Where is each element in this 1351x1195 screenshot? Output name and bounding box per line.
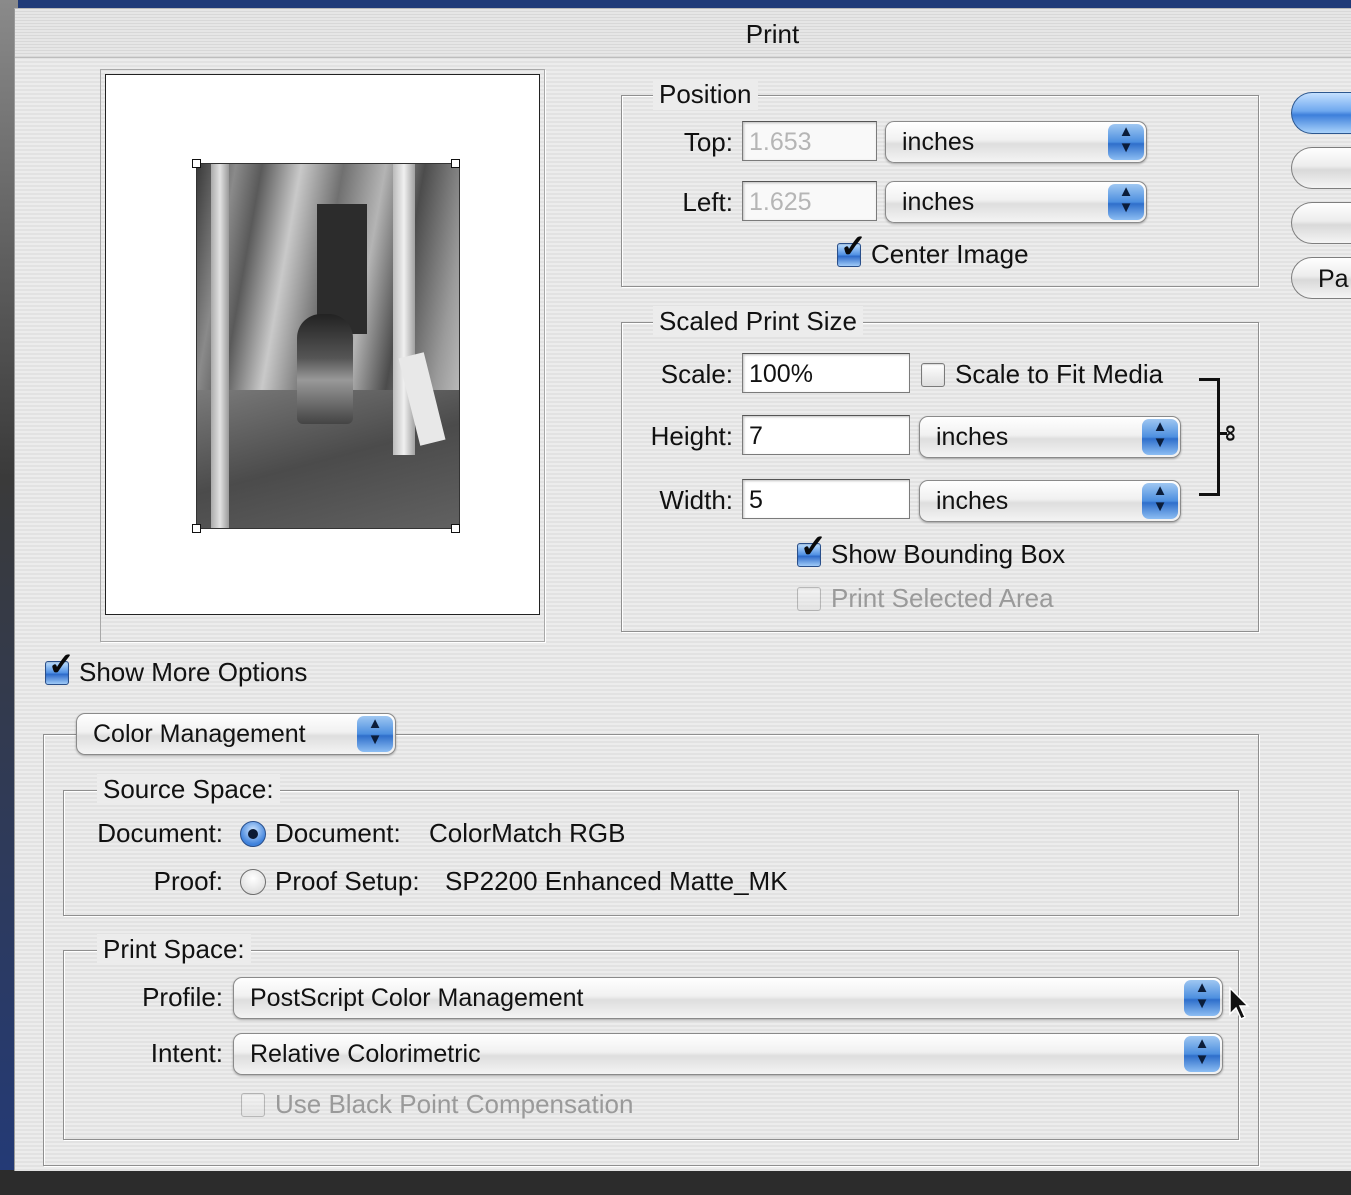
width-label: Width:: [659, 485, 733, 515]
intent-label: Intent:: [150, 1038, 223, 1068]
print-selected-area-label: Print Selected Area: [831, 583, 1054, 613]
window-title: Print: [745, 19, 800, 49]
width-unit-value: inches: [936, 487, 1009, 515]
bounding-box-handle[interactable]: [451, 524, 460, 533]
source-space-group: [63, 790, 1239, 916]
print-selected-area-checkbox[interactable]: [797, 587, 821, 611]
popup-arrows-icon: ▲ ▼: [1108, 124, 1144, 160]
top-unit-popup[interactable]: inches ▲ ▼: [885, 121, 1147, 163]
show-bounding-box-checkbox[interactable]: ✓: [797, 530, 827, 567]
left-unit-popup[interactable]: inches ▲ ▼: [885, 181, 1147, 223]
center-image-label: Center Image: [871, 239, 1029, 269]
position-legend: Position: [653, 79, 758, 110]
cancel-button[interactable]: [1291, 147, 1351, 189]
scale-to-fit-label: Scale to Fit Media: [955, 359, 1164, 389]
black-point-compensation-label: Use Black Point Compensation: [275, 1089, 634, 1119]
show-more-options-label: Show More Options: [79, 657, 308, 687]
black-point-compensation-checkbox[interactable]: [241, 1093, 265, 1117]
document-label: Document:: [97, 818, 223, 848]
show-more-options-checkbox[interactable]: ✓: [45, 648, 75, 685]
print-dialog: Print Position Top: 1.653 inches ▲ ▼ Left…: [14, 8, 1351, 1171]
top-unit-value: inches: [902, 128, 975, 156]
document-radio-text: Document:: [275, 818, 401, 848]
proof-label: Proof:: [153, 866, 223, 896]
popup-arrows-icon: ▲ ▼: [357, 716, 393, 752]
scale-field[interactable]: 100%: [742, 353, 910, 393]
show-bounding-box-label: Show Bounding Box: [831, 539, 1066, 569]
height-unit-popup[interactable]: inches ▲ ▼: [919, 416, 1181, 458]
page-setup-button[interactable]: Pa: [1291, 257, 1351, 299]
proof-radio[interactable]: [240, 869, 266, 895]
mouse-pointer-icon: [1229, 986, 1250, 1021]
checkmark-icon: ✓: [840, 228, 867, 264]
proof-radio-text: Proof Setup:: [275, 866, 420, 896]
desktop-bottom: [0, 1170, 1351, 1195]
preview-image[interactable]: [196, 163, 460, 529]
height-label: Height:: [650, 421, 733, 451]
left-unit-value: inches: [902, 188, 975, 216]
print-preview: [100, 69, 545, 642]
profile-popup[interactable]: PostScript Color Management ▲ ▼: [233, 977, 1223, 1019]
popup-arrows-icon: ▲ ▼: [1142, 483, 1178, 519]
document-radio[interactable]: [240, 821, 266, 847]
image-column: [211, 164, 229, 528]
preview-paper: [105, 74, 540, 615]
width-field[interactable]: 5: [742, 479, 910, 519]
options-type-popup[interactable]: Color Management ▲ ▼: [76, 713, 396, 755]
bounding-box-handle[interactable]: [451, 159, 460, 168]
profile-value: PostScript Color Management: [250, 984, 584, 1012]
checkmark-icon: ✓: [800, 528, 827, 564]
bounding-box-handle[interactable]: [192, 524, 201, 533]
options-type-value: Color Management: [93, 720, 306, 748]
bounding-box-handle[interactable]: [192, 159, 201, 168]
done-button[interactable]: [1291, 202, 1351, 244]
popup-arrows-icon: ▲ ▼: [1184, 980, 1220, 1016]
checkmark-icon: ✓: [48, 646, 75, 682]
top-field[interactable]: 1.653: [742, 121, 877, 161]
document-profile: ColorMatch RGB: [429, 818, 626, 848]
popup-arrows-icon: ▲ ▼: [1184, 1036, 1220, 1072]
width-unit-popup[interactable]: inches ▲ ▼: [919, 480, 1181, 522]
popup-arrows-icon: ▲ ▼: [1142, 419, 1178, 455]
left-field[interactable]: 1.625: [742, 181, 877, 221]
proof-profile: SP2200 Enhanced Matte_MK: [445, 866, 788, 896]
left-label: Left:: [682, 187, 733, 217]
title-bar[interactable]: Print: [15, 9, 1351, 58]
chain-link-icon: ∞: [1217, 424, 1245, 442]
scale-label: Scale:: [660, 359, 733, 389]
height-field[interactable]: 7: [742, 415, 910, 455]
popup-arrows-icon: ▲ ▼: [1108, 184, 1144, 220]
center-image-checkbox[interactable]: ✓: [837, 230, 867, 267]
scaled-print-size-legend: Scaled Print Size: [653, 306, 863, 337]
image-figure: [297, 314, 353, 424]
page-setup-label: Pa: [1318, 265, 1349, 293]
scale-to-fit-checkbox[interactable]: [921, 363, 945, 387]
print-space-legend: Print Space:: [97, 934, 251, 965]
intent-popup[interactable]: Relative Colorimetric ▲ ▼: [233, 1033, 1223, 1075]
source-space-legend: Source Space:: [97, 774, 280, 805]
profile-label: Profile:: [142, 982, 223, 1012]
print-button[interactable]: [1291, 92, 1351, 134]
height-unit-value: inches: [936, 423, 1009, 451]
intent-value: Relative Colorimetric: [250, 1040, 481, 1068]
top-label: Top:: [683, 127, 733, 157]
